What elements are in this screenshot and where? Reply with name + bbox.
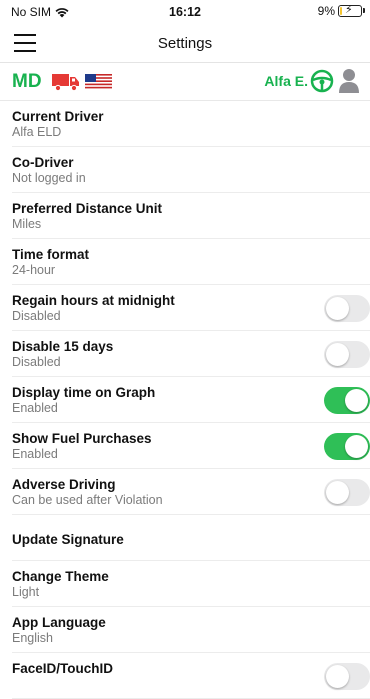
adverse-driving-toggle[interactable] bbox=[324, 479, 370, 506]
display-time-graph-toggle[interactable] bbox=[324, 387, 370, 414]
setting-title: Preferred Distance Unit bbox=[12, 201, 163, 216]
setting-title: Regain hours at midnight bbox=[12, 293, 175, 308]
setting-current-driver[interactable]: Current Driver Alfa ELD bbox=[12, 101, 370, 147]
setting-value: Disabled bbox=[12, 309, 61, 323]
setting-app-language[interactable]: App Language English bbox=[12, 607, 370, 653]
settings-list: Current Driver Alfa ELD Co-Driver Not lo… bbox=[0, 101, 370, 699]
setting-update-signature[interactable]: Update Signature bbox=[12, 515, 370, 561]
us-flag-icon bbox=[85, 74, 112, 89]
setting-change-theme[interactable]: Change Theme Light bbox=[12, 561, 370, 607]
disable-15-days-toggle[interactable] bbox=[324, 341, 370, 368]
truck-icon bbox=[52, 74, 79, 91]
setting-title: Update Signature bbox=[12, 532, 124, 547]
setting-title: Current Driver bbox=[12, 109, 104, 124]
setting-value: Light bbox=[12, 585, 40, 599]
setting-title: Co-Driver bbox=[12, 155, 74, 170]
steering-wheel-icon[interactable] bbox=[310, 69, 334, 93]
setting-value: Disabled bbox=[12, 355, 61, 369]
setting-title: Display time on Graph bbox=[12, 385, 156, 400]
setting-title: Change Theme bbox=[12, 569, 109, 584]
setting-title: Disable 15 days bbox=[12, 339, 114, 354]
setting-display-time-graph: Display time on Graph Enabled bbox=[12, 377, 370, 423]
navigation-bar: Settings bbox=[0, 24, 370, 63]
setting-title: App Language bbox=[12, 615, 106, 630]
setting-value: Not logged in bbox=[12, 171, 86, 185]
page-title: Settings bbox=[157, 35, 213, 52]
state-label: MD bbox=[12, 71, 42, 92]
setting-faceid-touchid: FaceID/TouchID bbox=[12, 653, 370, 699]
status-bar: No SIM 16:12 9% ⚡ bbox=[0, 0, 370, 24]
battery-icon: ⚡ bbox=[338, 4, 365, 17]
setting-value: Miles bbox=[12, 217, 42, 231]
setting-title: FaceID/TouchID bbox=[12, 661, 114, 676]
setting-title: Show Fuel Purchases bbox=[12, 431, 152, 446]
setting-distance-unit[interactable]: Preferred Distance Unit Miles bbox=[12, 193, 370, 239]
setting-value: 24-hour bbox=[12, 263, 56, 277]
setting-co-driver[interactable]: Co-Driver Not logged in bbox=[12, 147, 370, 193]
setting-value: Can be used after Violation bbox=[12, 493, 163, 507]
user-avatar-icon[interactable] bbox=[338, 68, 360, 94]
setting-title: Time format bbox=[12, 247, 90, 262]
faceid-toggle[interactable] bbox=[324, 663, 370, 690]
setting-value: Enabled bbox=[12, 447, 58, 461]
driver-name[interactable]: Alfa E. bbox=[264, 73, 308, 89]
battery-percent: 9% bbox=[317, 4, 335, 18]
regain-hours-toggle[interactable] bbox=[324, 295, 370, 322]
setting-adverse-driving: Adverse Driving Can be used after Violat… bbox=[12, 469, 370, 515]
setting-regain-hours: Regain hours at midnight Disabled bbox=[12, 285, 370, 331]
setting-title: Adverse Driving bbox=[12, 477, 116, 492]
driver-info-bar: MD Alfa E. bbox=[0, 63, 370, 101]
setting-show-fuel-purchases: Show Fuel Purchases Enabled bbox=[12, 423, 370, 469]
setting-value: English bbox=[12, 631, 53, 645]
setting-disable-15-days: Disable 15 days Disabled bbox=[12, 331, 370, 377]
setting-value: Enabled bbox=[12, 401, 58, 415]
setting-value: Alfa ELD bbox=[12, 125, 62, 139]
clock: 16:12 bbox=[169, 5, 201, 19]
show-fuel-purchases-toggle[interactable] bbox=[324, 433, 370, 460]
setting-time-format[interactable]: Time format 24-hour bbox=[12, 239, 370, 285]
